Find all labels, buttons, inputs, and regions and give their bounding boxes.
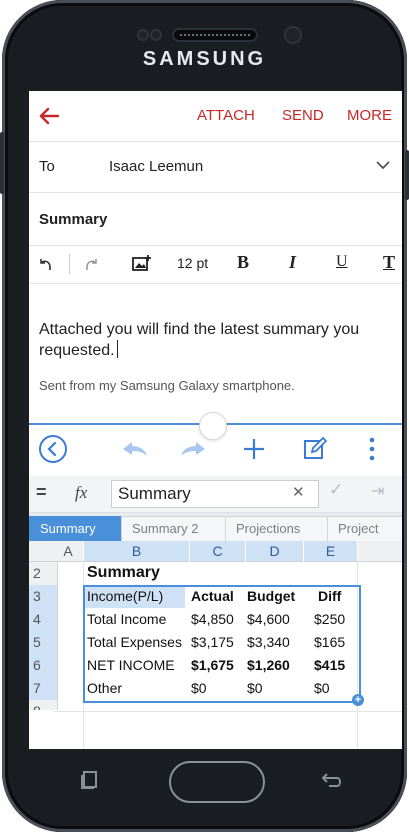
earpiece-speaker <box>174 30 256 40</box>
column-header-e[interactable]: E <box>304 541 357 562</box>
column-header-f[interactable] <box>358 541 402 562</box>
tab-summary[interactable]: Summary <box>29 516 133 541</box>
undo-icon[interactable] <box>37 256 53 272</box>
divider <box>69 254 70 274</box>
back-button[interactable] <box>29 107 69 125</box>
brand-logo: SAMSUNG <box>142 48 267 70</box>
to-field[interactable]: To Isaac Leemun <box>29 142 402 193</box>
email-body-text: Attached you will find the latest summar… <box>39 321 360 359</box>
redo-icon[interactable] <box>84 256 100 272</box>
underline-button[interactable]: U <box>336 253 348 271</box>
add-icon[interactable] <box>243 438 265 460</box>
text-cursor <box>116 340 118 358</box>
device-nav-bar <box>29 749 402 809</box>
row-header-2[interactable]: 2 <box>29 562 58 585</box>
confirm-icon[interactable]: ✓ <box>329 480 343 500</box>
column-header-d[interactable]: D <box>246 541 303 562</box>
to-label: To <box>39 158 55 175</box>
attach-button[interactable]: ATTACH <box>197 107 255 124</box>
row-header-4[interactable]: 4 <box>29 608 58 631</box>
selection-range[interactable] <box>83 585 361 703</box>
sheet-tabs: Summary Summary 2 Projections Project <box>29 513 402 541</box>
subject-field[interactable]: Summary <box>29 193 402 246</box>
back-nav-icon[interactable] <box>321 772 343 788</box>
column-header-a[interactable]: A <box>53 541 83 562</box>
chevron-down-icon[interactable] <box>376 160 390 170</box>
tab-summary-2[interactable]: Summary 2 <box>121 516 233 541</box>
strikethrough-button[interactable]: T <box>383 252 395 273</box>
format-toolbar: 12 pt B I U T <box>29 245 402 284</box>
row-header-8[interactable]: 8 <box>29 700 58 710</box>
column-header-b[interactable]: B <box>84 541 189 562</box>
equals-icon[interactable]: = <box>36 482 47 503</box>
redo-arrow-icon[interactable] <box>179 439 207 459</box>
email-body[interactable]: Attached you will find the latest summar… <box>39 319 389 361</box>
sheet-title-cell[interactable]: Summary <box>87 561 160 584</box>
formula-bar: = fx Summary ✕ ✓ ⇥ <box>29 476 402 513</box>
send-button[interactable]: SEND <box>282 107 324 124</box>
home-button[interactable] <box>169 761 265 803</box>
spreadsheet-panel: = fx Summary ✕ ✓ ⇥ Summary Summary 2 Pro… <box>29 423 402 749</box>
collapse-chevron-icon[interactable] <box>38 434 68 464</box>
font-size-selector[interactable]: 12 pt <box>177 255 208 271</box>
subject-text: Summary <box>39 211 108 228</box>
power-button <box>405 150 409 200</box>
tab-projections-2[interactable]: Project <box>327 516 402 541</box>
insert-image-icon[interactable] <box>132 254 152 272</box>
undo-arrow-icon[interactable] <box>121 439 149 459</box>
sensor <box>139 31 147 39</box>
front-camera <box>286 28 300 42</box>
bold-button[interactable]: B <box>237 252 249 273</box>
row-header-7[interactable]: 7 <box>29 677 58 700</box>
more-vertical-icon[interactable] <box>369 437 375 461</box>
formula-value: Summary <box>118 484 191 503</box>
phone-frame: SAMSUNG ATTACH SEND MORE To Isaac Leemun… <box>0 0 409 832</box>
italic-button[interactable]: I <box>289 252 296 273</box>
volume-button <box>0 132 4 194</box>
formula-input[interactable]: Summary <box>111 480 319 508</box>
grid-bottom-line <box>53 711 402 712</box>
tab-projections[interactable]: Projections <box>225 516 337 541</box>
panel-resize-handle[interactable] <box>199 412 227 440</box>
recent-apps-icon[interactable] <box>81 771 99 789</box>
row-header-3[interactable]: 3 <box>29 585 58 608</box>
function-icon[interactable]: fx <box>75 483 87 503</box>
enter-icon[interactable]: ⇥ <box>371 481 384 501</box>
arrow-left-icon <box>39 107 59 125</box>
row-header-6[interactable]: 6 <box>29 654 58 677</box>
recipient-name[interactable]: Isaac Leemun <box>109 158 203 175</box>
edit-icon[interactable] <box>303 437 327 461</box>
screen: ATTACH SEND MORE To Isaac Leemun Summary… <box>29 91 402 749</box>
corner-cell[interactable] <box>29 541 53 562</box>
sensor <box>152 31 160 39</box>
selection-handle-icon[interactable]: + <box>352 694 364 706</box>
email-signature: Sent from my Samsung Galaxy smartphone. <box>39 378 295 393</box>
column-header-c[interactable]: C <box>190 541 245 562</box>
clear-icon[interactable]: ✕ <box>292 483 305 501</box>
row-header-5[interactable]: 5 <box>29 631 58 654</box>
spreadsheet-grid[interactable]: A B C D E 2 3 4 5 6 7 8 Summary Income(P… <box>29 541 402 749</box>
more-button[interactable]: MORE <box>347 107 392 124</box>
